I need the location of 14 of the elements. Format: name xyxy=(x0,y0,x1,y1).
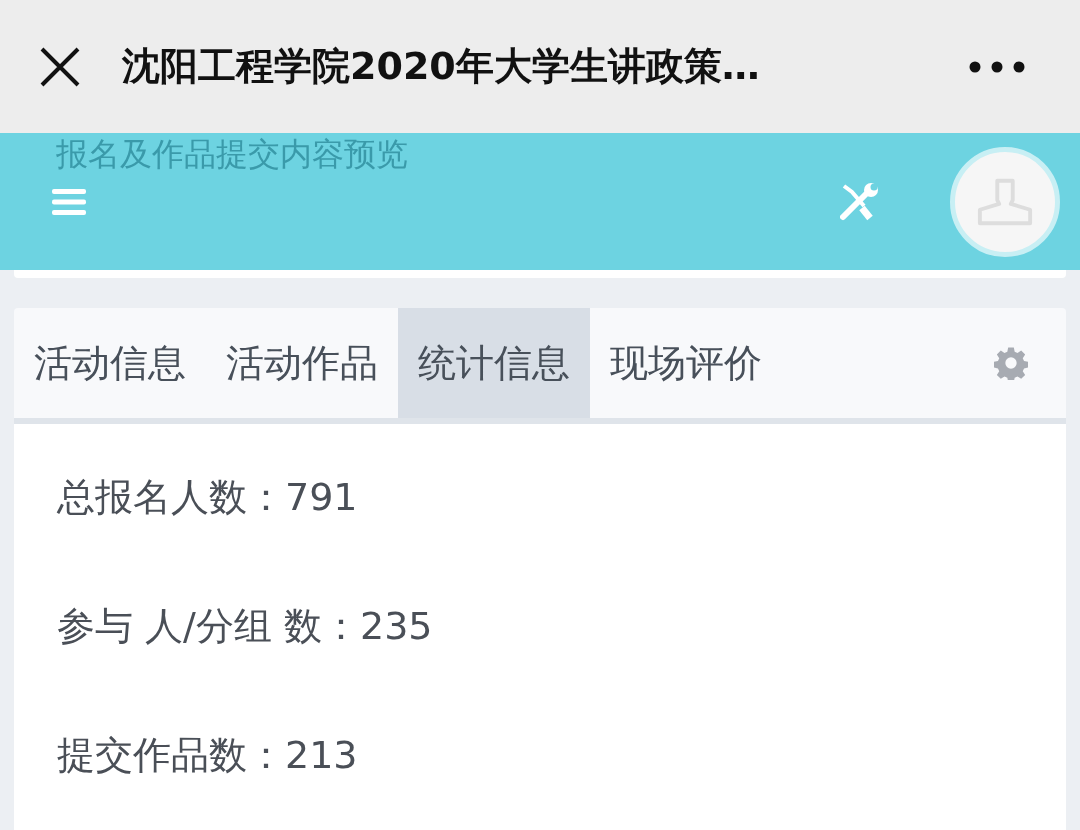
tab[interactable]: 活动信息 xyxy=(14,308,206,418)
stat-line: 参与 人/分组 数：235 xyxy=(57,603,434,650)
tab[interactable]: 统计信息 xyxy=(398,308,590,418)
more-icon[interactable] xyxy=(969,60,1025,73)
tab[interactable]: 活动作品 xyxy=(206,308,398,418)
close-icon[interactable] xyxy=(40,46,80,87)
tab[interactable]: 现场评价 xyxy=(590,308,782,418)
header-caption: 报名及作品提交内容预览 xyxy=(56,134,408,175)
settings-icon[interactable] xyxy=(994,346,1028,380)
stat-line: 总报名人数：791 xyxy=(57,474,359,521)
window-title: 沈阳工程学院2020年大学生讲政策… xyxy=(122,43,761,90)
tools-icon[interactable] xyxy=(840,181,880,222)
stat-line: 提交作品数：213 xyxy=(57,732,359,779)
menu-icon[interactable] xyxy=(52,188,86,215)
